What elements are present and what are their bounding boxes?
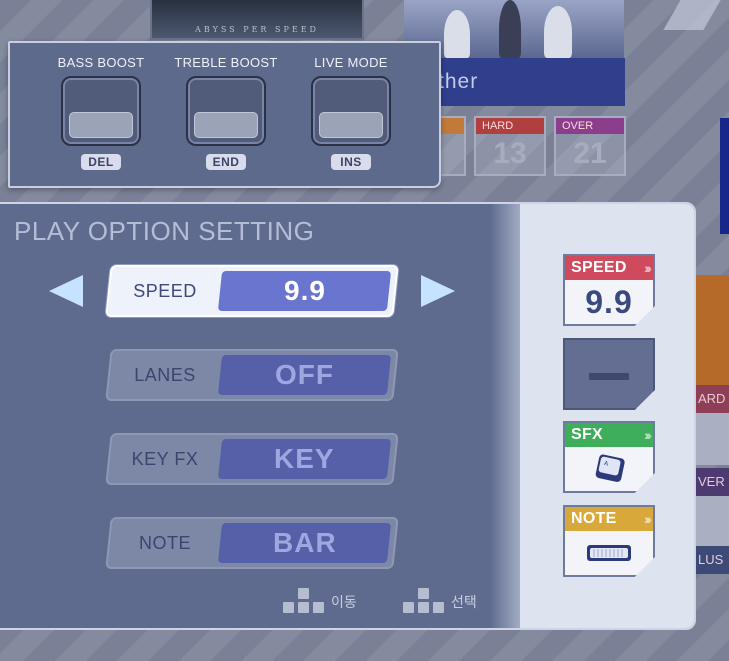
hint-select: 선택 [403, 588, 477, 616]
effect-bass-boost: BASS BOOST DEL [38, 55, 164, 171]
sound-effect-panel: BASS BOOST DEL TREBLE BOOST END LIVE MOD… [8, 41, 441, 188]
option-value-text: KEY [274, 443, 335, 474]
difficulty-level: 21 [573, 137, 607, 170]
card-label: SPEED ››› [565, 256, 653, 280]
card-label: NOTE ››› [565, 507, 653, 531]
chevron-icon: ››› [644, 511, 652, 527]
effect-label: BASS BOOST [57, 55, 145, 70]
speed-value: 9.9 [585, 283, 633, 320]
key-hint-end: END [206, 154, 246, 170]
option-label: LANES [134, 364, 196, 385]
right-edge-card [696, 413, 729, 465]
key-hint-ins: INS [331, 154, 371, 170]
right-edge-tag: ARD [696, 385, 729, 413]
right-edge-card [696, 496, 729, 546]
bass-boost-toggle[interactable] [61, 76, 141, 146]
difficulty-label: HARD [476, 118, 544, 134]
option-row-note[interactable]: NOTE BAR [105, 517, 399, 569]
option-row-key-fx[interactable]: KEY FX KEY [105, 433, 399, 485]
treble-boost-toggle[interactable] [186, 76, 266, 146]
key-hint-del: DEL [81, 154, 121, 170]
effect-label: TREBLE BOOST [174, 55, 278, 70]
note-status-card: NOTE ››› [563, 505, 655, 577]
effect-label: LIVE MODE [314, 55, 388, 70]
option-value: KEY [217, 439, 392, 479]
toggle-knob [319, 112, 383, 138]
arrow-left-icon[interactable] [49, 275, 83, 307]
arrow-right-icon[interactable] [421, 275, 455, 307]
option-label: SPEED [133, 280, 197, 301]
option-value-text: OFF [275, 359, 334, 390]
effect-live-mode: LIVE MODE INS [288, 55, 414, 171]
arrow-keys-icon [283, 588, 325, 616]
option-label: NOTE [138, 532, 191, 553]
right-edge-stripe [720, 118, 729, 234]
option-value-text: 9.9 [283, 275, 326, 306]
difficulty-over: OVER 21 [554, 116, 626, 176]
right-edge-card [696, 275, 729, 385]
jacket-caption: ABYSS PER SPEED [195, 25, 319, 34]
speed-status-card: SPEED ››› 9.9 [563, 254, 655, 326]
hint-move-label: 이동 [331, 594, 357, 610]
difficulty-label: OVER [556, 118, 624, 134]
toggle-knob [194, 112, 258, 138]
option-value: BAR [217, 523, 392, 563]
right-edge-tag: LUS [696, 546, 729, 574]
difficulty-hard: HARD 13 [474, 116, 546, 176]
effect-treble-boost: TREBLE BOOST END [163, 55, 289, 171]
arrow-keys-icon [403, 588, 445, 616]
lanes-status-card [563, 338, 655, 410]
keycap-icon: A [565, 447, 653, 491]
card-label: SFX ››› [565, 423, 653, 447]
option-row-lanes[interactable]: LANES OFF [105, 349, 399, 401]
chevron-icon: ››› [644, 427, 652, 443]
chevron-icon: ››› [644, 260, 652, 276]
sfx-status-card: SFX ››› A [563, 421, 655, 493]
song-title-bar: ther [430, 58, 625, 106]
song-jacket-left: ABYSS PER SPEED [150, 0, 364, 40]
option-value: 9.9 [217, 271, 392, 311]
option-row-speed[interactable]: SPEED 9.9 [105, 265, 399, 317]
option-value-text: BAR [272, 527, 337, 558]
panel-title: PLAY OPTION SETTING [14, 216, 315, 246]
bar-note-icon [565, 531, 653, 575]
toggle-knob [69, 112, 133, 138]
dash-icon [589, 373, 629, 380]
live-mode-toggle[interactable] [311, 76, 391, 146]
option-label: KEY FX [131, 448, 199, 469]
right-edge-tag: VER [696, 468, 729, 496]
hint-select-label: 선택 [451, 594, 477, 610]
difficulty-level: 13 [493, 137, 527, 170]
panel-fade [490, 204, 524, 628]
option-value: OFF [217, 355, 392, 395]
hint-move: 이동 [283, 588, 357, 616]
song-title: ther [438, 70, 479, 93]
